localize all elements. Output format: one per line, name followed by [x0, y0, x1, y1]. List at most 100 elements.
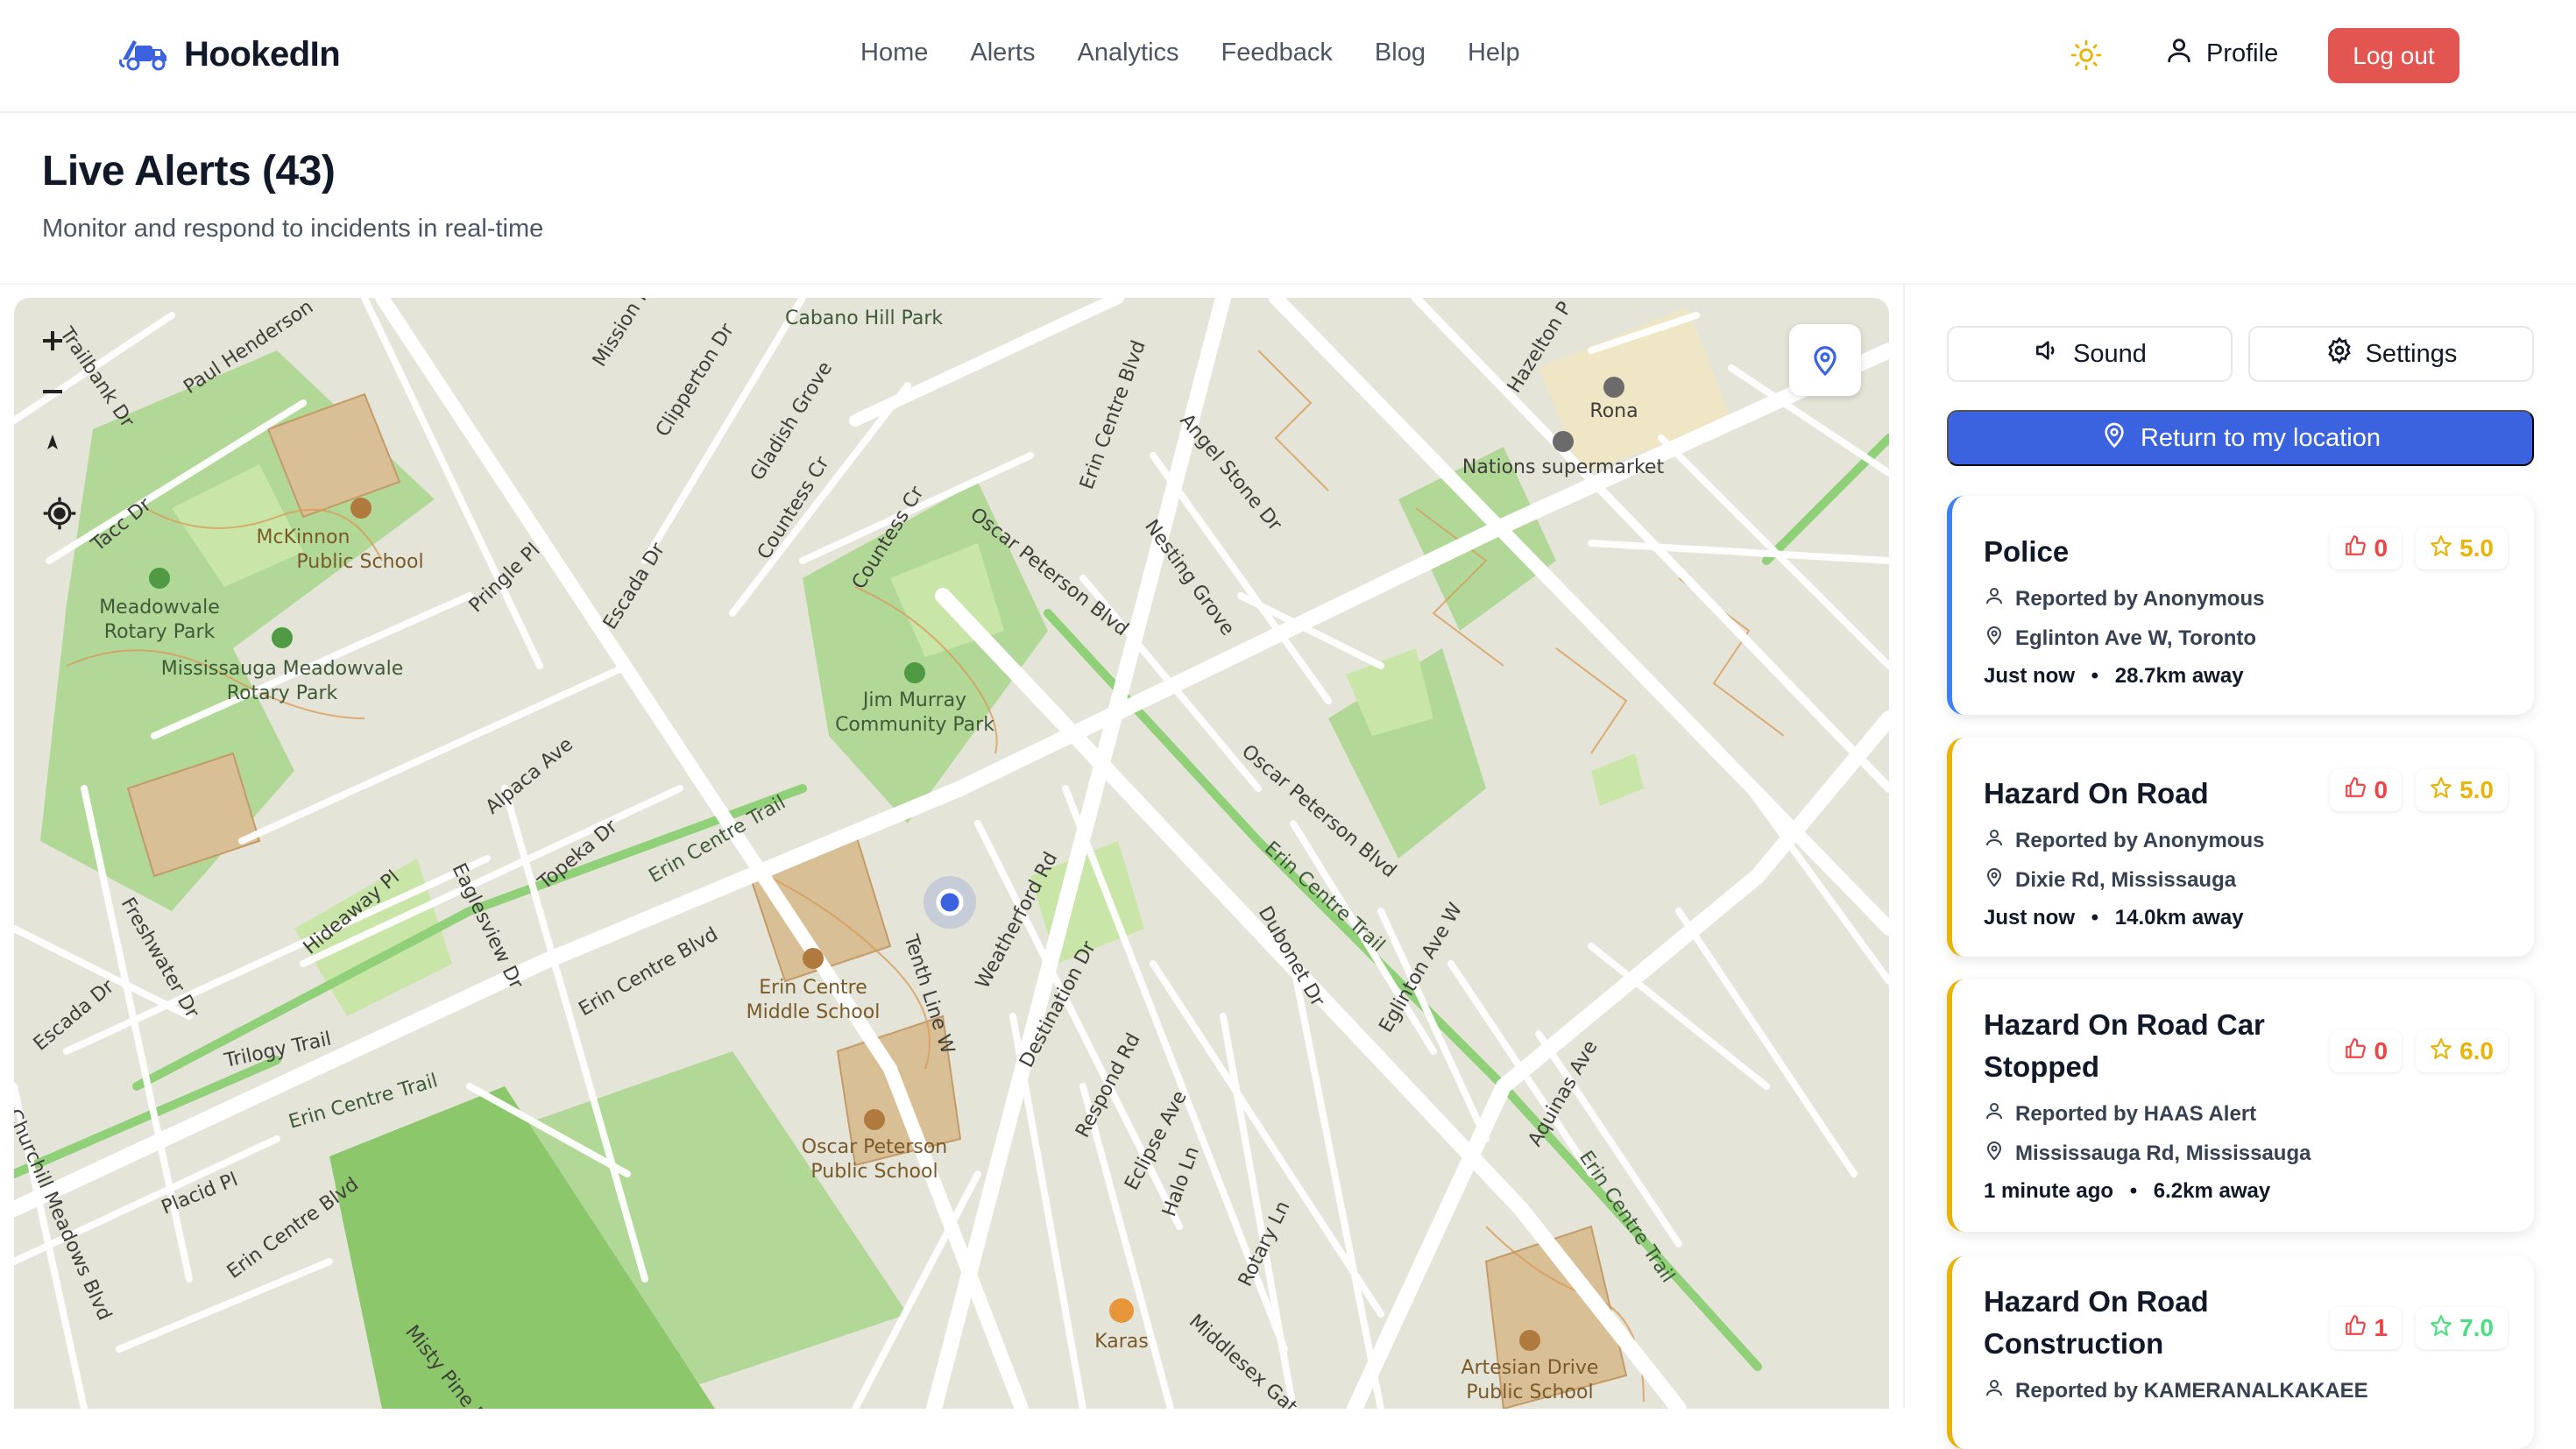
- map-label: Mississauga Meadowvale: [161, 658, 403, 680]
- brand[interactable]: HookedIn: [117, 33, 341, 76]
- park-icon: [149, 568, 170, 589]
- alert-badges: 0 5.0: [2330, 527, 2508, 569]
- alert-meta: Reported by HAAS Alert Mississauga Rd, M…: [1984, 1100, 2508, 1204]
- logout-button[interactable]: Log out: [2328, 28, 2459, 83]
- map-label: Middle School: [747, 1001, 881, 1023]
- settings-button[interactable]: Settings: [2248, 326, 2534, 382]
- score-value: 5.0: [2459, 776, 2494, 803]
- return-to-location-button[interactable]: Return to my location: [1947, 410, 2534, 466]
- map[interactable]: Cabano Hill Park McKinnon Public School …: [14, 298, 1889, 1409]
- user-icon: [2164, 35, 2194, 72]
- alert-card[interactable]: Hazard On Road 0 5.0 Reported by Anonymo…: [1947, 738, 2534, 957]
- alert-distance: 14.0km away: [2114, 906, 2244, 929]
- panel-actions: Sound Settings: [1947, 326, 2534, 382]
- nav-home[interactable]: Home: [860, 39, 928, 67]
- bullet: •: [2085, 664, 2105, 688]
- alert-reporter: Reported by HAAS Alert: [2015, 1101, 2257, 1126]
- location-pin-icon: [1984, 625, 2005, 652]
- map-label: Public School: [1466, 1382, 1593, 1403]
- nav-help[interactable]: Help: [1468, 39, 1520, 67]
- map-pin-icon: [1808, 343, 1842, 377]
- crosshair-icon: [42, 496, 77, 531]
- add-alert-button[interactable]: [1789, 324, 1861, 396]
- current-location-marker: [936, 888, 964, 916]
- nav-analytics[interactable]: Analytics: [1078, 39, 1179, 67]
- map-label: Karas: [1094, 1331, 1149, 1353]
- page-subtitle: Monitor and respond to incidents in real…: [42, 215, 544, 243]
- alert-card[interactable]: Police 0 5.0 Reported by Anonymous Eglin…: [1947, 496, 2534, 715]
- sound-button[interactable]: Sound: [1947, 326, 2233, 382]
- school-icon: [864, 1109, 885, 1130]
- sun-icon: [2070, 39, 2103, 75]
- map-label: Community Park: [835, 714, 994, 736]
- like-badge[interactable]: 0: [2330, 769, 2403, 811]
- zoom-in-button[interactable]: [30, 315, 75, 366]
- alert-card[interactable]: Hazard On Road Car Stopped 0 6.0 Reporte…: [1947, 979, 2534, 1232]
- bullet: •: [2085, 906, 2105, 929]
- map-label: Rona: [1589, 400, 1638, 422]
- theme-toggle[interactable]: [2070, 39, 2103, 76]
- alert-title: Hazard On Road: [1984, 777, 2209, 809]
- alert-badges: 1 7.0: [2330, 1307, 2508, 1349]
- school-icon: [350, 498, 372, 519]
- star-icon: [2430, 776, 2452, 805]
- alert-location: Eglinton Ave W, Toronto: [2015, 626, 2257, 650]
- divider: [1903, 285, 1905, 1409]
- compass-button[interactable]: [30, 417, 75, 468]
- score-badge: 7.0: [2416, 1307, 2508, 1349]
- thumbs-up-icon: [2344, 1037, 2367, 1066]
- page-title: Live Alerts (43): [42, 148, 336, 194]
- like-badge[interactable]: 1: [2330, 1307, 2403, 1349]
- like-count: 0: [2374, 776, 2388, 803]
- speaker-icon: [2033, 336, 2061, 371]
- score-badge: 5.0: [2416, 769, 2508, 811]
- star-icon: [2430, 1037, 2452, 1066]
- user-icon: [1984, 1377, 2005, 1404]
- shop-icon: [1553, 431, 1574, 452]
- like-count: 0: [2374, 534, 2388, 562]
- alert-time: 1 minute ago: [1984, 1179, 2114, 1203]
- alert-reporter: Reported by Anonymous: [2015, 828, 2265, 852]
- map-label: Meadowvale: [99, 597, 220, 618]
- score-value: 7.0: [2459, 1314, 2494, 1341]
- location-pin-icon: [1984, 866, 2005, 894]
- park-icon: [272, 627, 293, 648]
- zoom-out-button[interactable]: [30, 366, 75, 417]
- alert-reporter: Reported by KAMERANALKAKAEE: [2015, 1378, 2368, 1403]
- alert-location: Dixie Rd, Mississauga: [2015, 867, 2237, 892]
- user-icon: [1984, 1100, 2005, 1127]
- user-icon: [1984, 585, 2005, 612]
- alert-title: Police: [1984, 535, 2070, 568]
- nav-feedback[interactable]: Feedback: [1221, 39, 1333, 67]
- profile-label: Profile: [2206, 39, 2279, 67]
- thumbs-up-icon: [2344, 776, 2367, 805]
- nav-alerts[interactable]: Alerts: [970, 39, 1035, 67]
- map-label: Public School: [296, 551, 423, 573]
- like-badge[interactable]: 0: [2330, 527, 2403, 569]
- star-icon: [2430, 1314, 2452, 1343]
- nav-blog[interactable]: Blog: [1375, 39, 1426, 67]
- map-label: Artesian Drive: [1461, 1357, 1599, 1379]
- map-label: Oscar Peterson: [802, 1136, 947, 1158]
- map-pin-icon: [2100, 421, 2128, 456]
- map-canvas[interactable]: Cabano Hill Park McKinnon Public School …: [14, 298, 1889, 1409]
- score-badge: 6.0: [2416, 1030, 2508, 1072]
- alert-meta: Reported by Anonymous Eglinton Ave W, To…: [1984, 585, 2508, 689]
- profile-link[interactable]: Profile: [2164, 35, 2278, 72]
- score-value: 5.0: [2459, 534, 2494, 562]
- sound-label: Sound: [2073, 339, 2147, 368]
- school-icon: [803, 948, 824, 969]
- map-label: Jim Murray: [861, 689, 966, 711]
- map-label: Rotary Park: [227, 682, 338, 704]
- alert-distance: 28.7km away: [2114, 664, 2244, 688]
- school-icon: [1519, 1330, 1540, 1351]
- divider: [0, 283, 2576, 285]
- navbar: HookedIn Home Alerts Analytics Feedback …: [0, 0, 2576, 113]
- thumbs-up-icon: [2344, 1314, 2367, 1343]
- geolocate-button[interactable]: [37, 491, 82, 536]
- alert-card[interactable]: Hazard On Road Construction 1 7.0 Report…: [1947, 1256, 2534, 1449]
- star-icon: [2430, 534, 2452, 563]
- like-badge[interactable]: 0: [2330, 1030, 2403, 1072]
- alert-reporter: Reported by Anonymous: [2015, 586, 2265, 611]
- map-label: Rotary Park: [104, 621, 216, 643]
